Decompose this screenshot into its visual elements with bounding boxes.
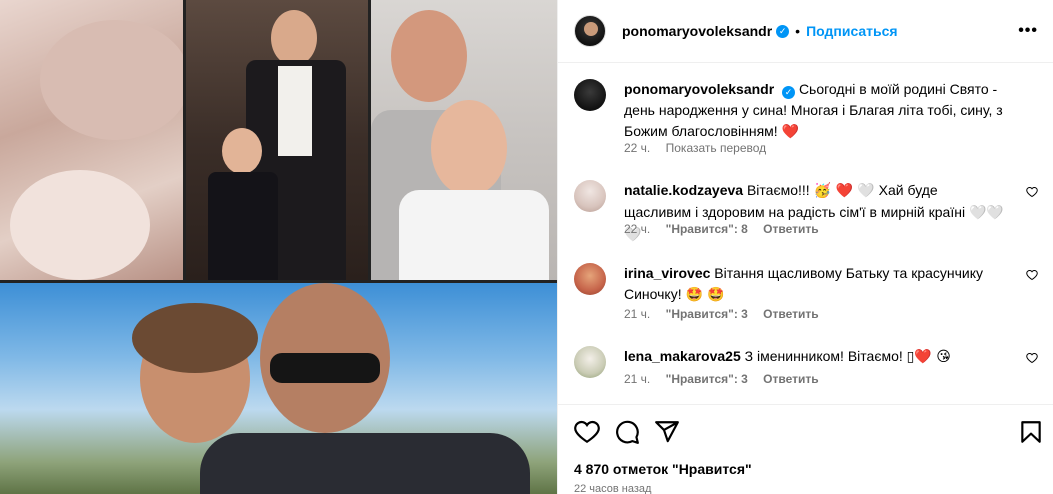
post-actions: 4 870 отметок "Нравится" 22 часов назад [558, 404, 1053, 494]
reply-button[interactable]: Ответить [763, 307, 818, 321]
photo-beach [0, 283, 557, 494]
heart-icon[interactable] [574, 419, 600, 445]
translate-button[interactable]: Показать перевод [666, 141, 767, 155]
share-icon[interactable] [654, 419, 680, 445]
comment-likes[interactable]: "Нравится": 3 [666, 307, 748, 321]
photo-selfie [371, 0, 557, 280]
author-avatar[interactable] [574, 15, 606, 47]
separator-dot: • [795, 23, 801, 39]
photo-suit [186, 0, 368, 280]
comment-emoji: 🤩 🤩 [685, 287, 725, 303]
commenter-username[interactable]: natalie.kodzayeva [624, 182, 743, 198]
comment-time[interactable]: 21 ч. [624, 307, 650, 321]
bookmark-icon[interactable] [1018, 419, 1044, 445]
comment-emoji: 🥳 ❤️ 🤍 [813, 183, 875, 199]
caption-meta: 22 ч. Показать перевод [624, 141, 778, 155]
caption-time[interactable]: 22 ч. [624, 141, 650, 155]
post-media[interactable] [0, 0, 557, 494]
comment-meta: 21 ч. "Нравится": 3 Ответить [624, 307, 831, 321]
likes-count[interactable]: 4 870 отметок "Нравится" [574, 461, 752, 477]
comment-like-heart-icon[interactable] [1026, 269, 1038, 281]
commenter-username[interactable]: irina_virovec [624, 265, 710, 281]
post-header: ponomaryovoleksandr ✓ • Подписаться ••• [558, 0, 1053, 63]
comment-likes[interactable]: "Нравится": 3 [666, 372, 748, 386]
red-heart-emoji: ❤️ [781, 124, 799, 140]
comment-like-heart-icon[interactable] [1026, 352, 1038, 364]
reply-button[interactable]: Ответить [763, 372, 818, 386]
comment-text: Вітаємо!!! [746, 182, 810, 198]
comment-time[interactable]: 21 ч. [624, 372, 650, 386]
more-options-icon[interactable]: ••• [1018, 22, 1038, 40]
photo-baby [0, 0, 183, 280]
follow-button[interactable]: Подписаться [806, 23, 898, 39]
caption-username[interactable]: ponomaryovoleksandr [624, 81, 774, 97]
commenter-username[interactable]: lena_makarova25 [624, 348, 741, 364]
commenter-avatar[interactable] [574, 180, 606, 212]
posted-time[interactable]: 22 часов назад [574, 483, 651, 494]
author-username[interactable]: ponomaryovoleksandr [622, 23, 772, 39]
reply-button[interactable]: Ответить [763, 222, 818, 236]
verified-badge-icon: ✓ [776, 24, 790, 38]
comment-time[interactable]: 22 ч. [624, 222, 650, 236]
caption-avatar[interactable] [574, 79, 606, 111]
comment-meta: 22 ч. "Нравится": 8 Ответить [624, 222, 831, 236]
comment-icon[interactable] [614, 419, 640, 445]
commenter-avatar[interactable] [574, 346, 606, 378]
comment-emoji: ▯❤️ 😘 [906, 349, 951, 365]
comment-like-heart-icon[interactable] [1026, 186, 1038, 198]
commenter-avatar[interactable] [574, 263, 606, 295]
comment-likes[interactable]: "Нравится": 8 [666, 222, 748, 236]
post-panel: ponomaryovoleksandr ✓ • Подписаться ••• … [557, 0, 1053, 494]
comment-meta: 21 ч. "Нравится": 3 Ответить [624, 372, 831, 386]
comments-section: ponomaryovoleksandr ✓ Сьогодні в моїй ро… [558, 63, 1053, 404]
comment-text: З іменинником! Вітаємо! [744, 348, 907, 364]
verified-badge-icon: ✓ [782, 86, 796, 99]
